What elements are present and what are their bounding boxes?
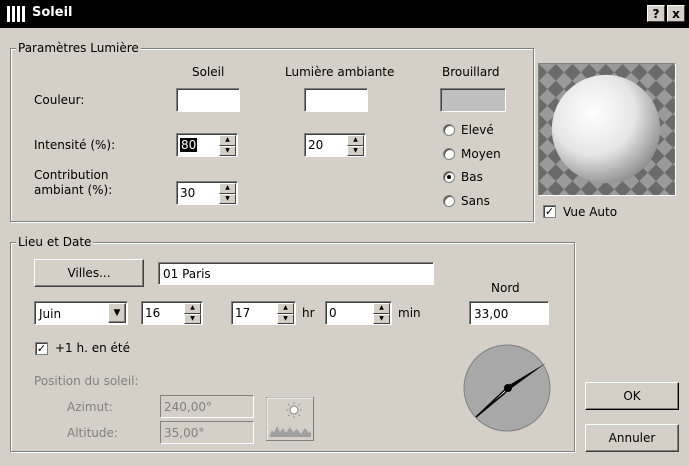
month-select[interactable]: Juin ▼ <box>34 301 128 325</box>
min-spinner[interactable]: 0 ▲ ▼ <box>325 301 392 325</box>
ambiante-intensite-spinner[interactable]: 20 ▲ ▼ <box>304 133 366 157</box>
ambiante-color-swatch[interactable] <box>304 88 368 112</box>
intensite-label: Intensité (%): <box>34 138 116 152</box>
col-soleil-label: Soleil <box>192 65 225 79</box>
close-button[interactable]: x <box>667 5 685 22</box>
spin-down-icon[interactable]: ▼ <box>219 146 236 156</box>
hour-value[interactable]: 17 <box>235 306 250 320</box>
position-label: Position du soleil: <box>34 374 139 388</box>
radio-icon[interactable] <box>443 195 455 207</box>
azimut-field: 240,00° <box>160 395 254 418</box>
villes-button[interactable]: Villes... <box>34 259 144 287</box>
hour-unit: hr <box>302 306 315 320</box>
soleil-intensite-value[interactable]: 80 <box>180 138 198 152</box>
radio-selected-icon[interactable] <box>443 171 455 183</box>
help-button[interactable]: ? <box>647 5 665 22</box>
col-brouillard-label: Brouillard <box>442 65 500 79</box>
fog-option-label: Moyen <box>461 147 501 161</box>
altitude-field: 35,00° <box>160 421 254 444</box>
ok-button[interactable]: OK <box>585 382 679 410</box>
azimut-label: Azimut: <box>67 400 113 414</box>
cancel-button[interactable]: Annuler <box>585 424 679 452</box>
couleur-label: Couleur: <box>34 93 85 107</box>
spin-down-icon[interactable]: ▼ <box>219 194 236 204</box>
lieu-legend: Lieu et Date <box>16 235 94 249</box>
hour-spinner[interactable]: 17 ▲ ▼ <box>231 301 296 325</box>
city-field[interactable]: 01 Paris <box>158 262 434 285</box>
ambiante-intensite-value[interactable]: 20 <box>308 138 323 152</box>
fog-option-label: Sans <box>461 194 490 208</box>
fog-option-label: Elevé <box>461 123 494 137</box>
spin-up-icon[interactable]: ▲ <box>277 303 294 314</box>
vue-auto-checkbox[interactable]: ✓ <box>543 205 556 218</box>
altitude-value: 35,00° <box>164 426 205 440</box>
city-value[interactable]: 01 Paris <box>163 267 211 281</box>
altitude-label: Altitude: <box>67 426 118 440</box>
spin-up-icon[interactable]: ▲ <box>184 303 201 314</box>
compass-icon[interactable] <box>462 343 552 433</box>
day-spinner[interactable]: 16 ▲ ▼ <box>141 301 203 325</box>
month-value[interactable]: Juin <box>39 307 61 321</box>
azimut-value: 240,00° <box>164 400 212 414</box>
sphere-preview <box>538 63 676 196</box>
soleil-color-swatch[interactable] <box>176 88 240 112</box>
vue-auto-label: Vue Auto <box>563 205 618 219</box>
contribution-spinner[interactable]: 30 ▲ ▼ <box>176 181 238 205</box>
lumiere-legend: Paramètres Lumière <box>16 41 141 55</box>
brouillard-color-swatch[interactable] <box>440 88 506 112</box>
app-icon <box>7 6 25 22</box>
radio-icon[interactable] <box>443 148 455 160</box>
min-value[interactable]: 0 <box>329 306 337 320</box>
soleil-intensite-spinner[interactable]: 80 ▲ ▼ <box>176 133 238 157</box>
spin-up-icon[interactable]: ▲ <box>219 135 236 146</box>
spin-down-icon[interactable]: ▼ <box>347 146 364 156</box>
day-value[interactable]: 16 <box>145 306 160 320</box>
summer-time-checkbox[interactable]: ✓ <box>35 342 48 355</box>
spin-up-icon[interactable]: ▲ <box>373 303 390 314</box>
nord-field[interactable]: 33,00 <box>469 301 549 325</box>
nord-value[interactable]: 33,00 <box>474 307 508 321</box>
fog-option-label: Bas <box>461 170 483 184</box>
spin-down-icon[interactable]: ▼ <box>184 314 201 324</box>
nord-label: Nord <box>491 281 520 295</box>
min-unit: min <box>398 306 421 320</box>
window-title: Soleil <box>32 5 73 20</box>
spin-down-icon[interactable]: ▼ <box>373 314 390 324</box>
radio-icon[interactable] <box>443 124 455 136</box>
contribution-value[interactable]: 30 <box>180 186 195 200</box>
chevron-down-icon[interactable]: ▼ <box>108 303 126 323</box>
contribution-label: Contribution ambiant (%): <box>34 168 113 197</box>
spin-up-icon[interactable]: ▲ <box>347 135 364 146</box>
spin-up-icon[interactable]: ▲ <box>219 183 236 194</box>
spin-down-icon[interactable]: ▼ <box>277 314 294 324</box>
col-ambiante-label: Lumière ambiante <box>285 65 395 79</box>
summer-time-label: +1 h. en été <box>55 341 131 355</box>
title-bar: Soleil ? x <box>0 0 689 28</box>
sun-position-icon[interactable] <box>266 397 314 441</box>
